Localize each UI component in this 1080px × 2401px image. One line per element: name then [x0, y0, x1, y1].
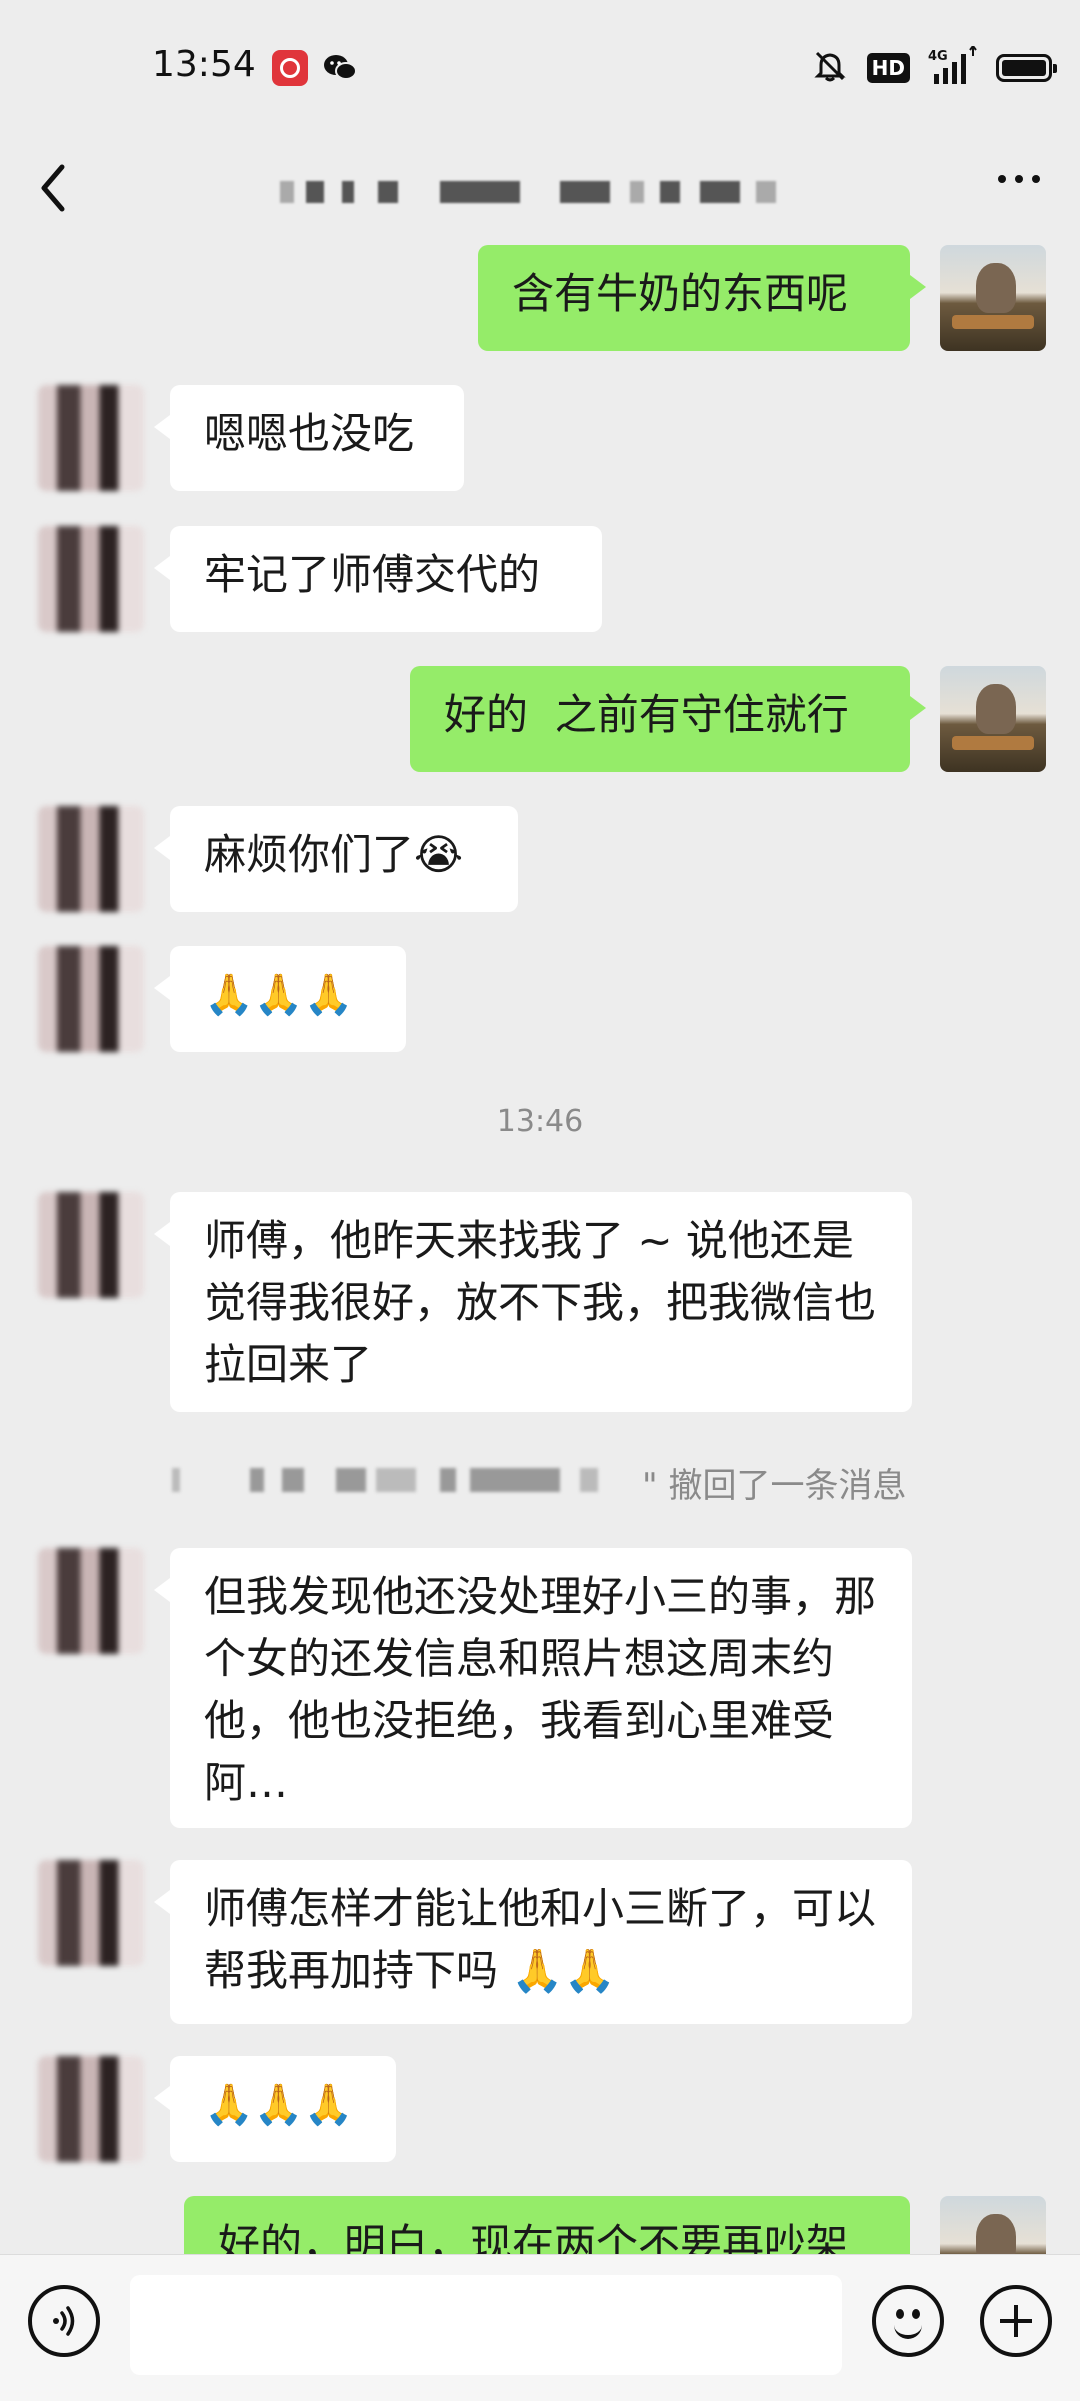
avatar-other[interactable] — [38, 526, 144, 632]
pinduoduo-icon — [272, 50, 308, 86]
message-bubble-other[interactable]: 师傅怎样才能让他和小三断了，可以帮我再加持下吗 🙏🙏 — [154, 1860, 912, 2024]
chat-title-redacted — [270, 159, 810, 219]
more-icon — [998, 175, 1006, 183]
avatar-other[interactable] — [38, 2056, 144, 2162]
message-bubble-other[interactable]: 🙏🙏🙏 — [154, 946, 406, 1052]
message-bubble-other[interactable]: 但我发现他还没处理好小三的事，那个女的还发信息和照片想这周末约他，他也没拒绝，我… — [154, 1548, 912, 1828]
message-bubble-other[interactable]: 牢记了师傅交代的 — [154, 526, 602, 632]
back-icon — [41, 164, 65, 212]
mute-icon — [811, 47, 849, 89]
avatar-other[interactable] — [38, 946, 144, 1052]
voice-button[interactable] — [28, 2285, 100, 2357]
message-bubble-other[interactable]: 师傅，他昨天来找我了 ~ 说他还是觉得我很好，放不下我，把我微信也拉回来了 — [154, 1192, 912, 1412]
message-timestamp: 13:46 — [496, 1104, 584, 1139]
emoji-icon — [894, 2319, 922, 2339]
avatar-self[interactable] — [940, 666, 1046, 772]
emoji-button[interactable] — [872, 2285, 944, 2357]
back-button[interactable] — [32, 153, 92, 223]
status-time: 13:54 — [152, 44, 256, 85]
recall-name-redacted — [170, 1464, 620, 1494]
recall-text: " 撤回了一条消息 — [642, 1466, 907, 1506]
input-bar — [0, 2254, 1080, 2401]
avatar-other[interactable] — [38, 1860, 144, 1966]
battery-icon — [996, 54, 1057, 82]
message-input[interactable] — [130, 2275, 842, 2375]
hd-badge: HD — [866, 53, 910, 83]
chat-header — [0, 135, 1080, 245]
avatar-self[interactable] — [940, 245, 1046, 351]
more-button[interactable] — [998, 175, 1040, 183]
signal-icon: 4G — [928, 44, 978, 90]
message-bubble-other[interactable]: 🙏🙏🙏 — [154, 2056, 396, 2162]
plus-button[interactable] — [980, 2285, 1052, 2357]
svg-text:4G: 4G — [928, 49, 948, 64]
message-bubble-other[interactable]: 嗯嗯也没吃 — [154, 385, 464, 491]
voice-icon — [53, 2306, 75, 2336]
avatar-other[interactable] — [38, 385, 144, 491]
avatar-other[interactable] — [38, 1192, 144, 1298]
wechat-icon — [322, 50, 358, 86]
recall-notice: " 撤回了一条消息 — [170, 1450, 910, 1510]
message-bubble-other[interactable]: 麻烦你们了😭 — [154, 806, 518, 912]
message-bubble-self[interactable]: 含有牛奶的东西呢 — [478, 245, 926, 351]
avatar-other[interactable] — [38, 1548, 144, 1654]
status-bar: 13:54 HD 4G — [0, 0, 1080, 135]
avatar-other[interactable] — [38, 806, 144, 912]
message-bubble-self[interactable]: 好的 之前有守住就行 — [410, 666, 926, 772]
